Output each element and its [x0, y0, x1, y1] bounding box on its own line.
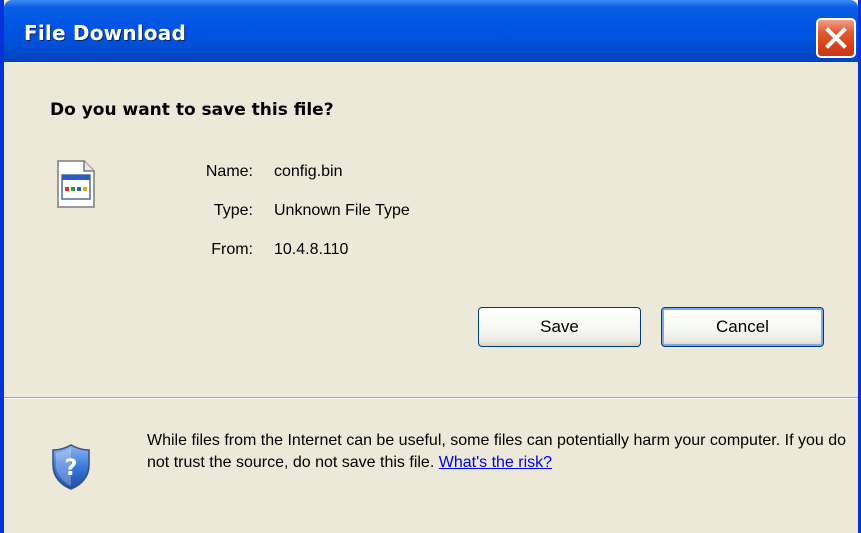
close-button[interactable] [816, 18, 856, 58]
shield-help-icon: ? [52, 444, 90, 490]
close-icon [825, 27, 847, 49]
type-label: Type: [213, 202, 253, 219]
save-button[interactable]: Save [478, 307, 641, 347]
title-bar[interactable]: File Download [4, 0, 858, 62]
file-download-dialog: File Download Do you want to save this f… [0, 0, 861, 533]
name-value: config.bin [274, 163, 343, 180]
from-label: From: [211, 241, 253, 258]
svg-text:?: ? [65, 456, 78, 481]
name-label: Name: [205, 163, 253, 180]
divider [4, 397, 858, 399]
whats-the-risk-link[interactable]: What's the risk? [439, 454, 552, 471]
window-title: File Download [24, 21, 186, 45]
dialog-question: Do you want to save this file? [50, 100, 334, 120]
security-warning: While files from the Internet can be use… [147, 430, 847, 474]
file-icon [57, 160, 95, 208]
type-value: Unknown File Type [274, 202, 410, 219]
cancel-button[interactable]: Cancel [661, 307, 824, 347]
from-value: 10.4.8.110 [274, 241, 349, 258]
